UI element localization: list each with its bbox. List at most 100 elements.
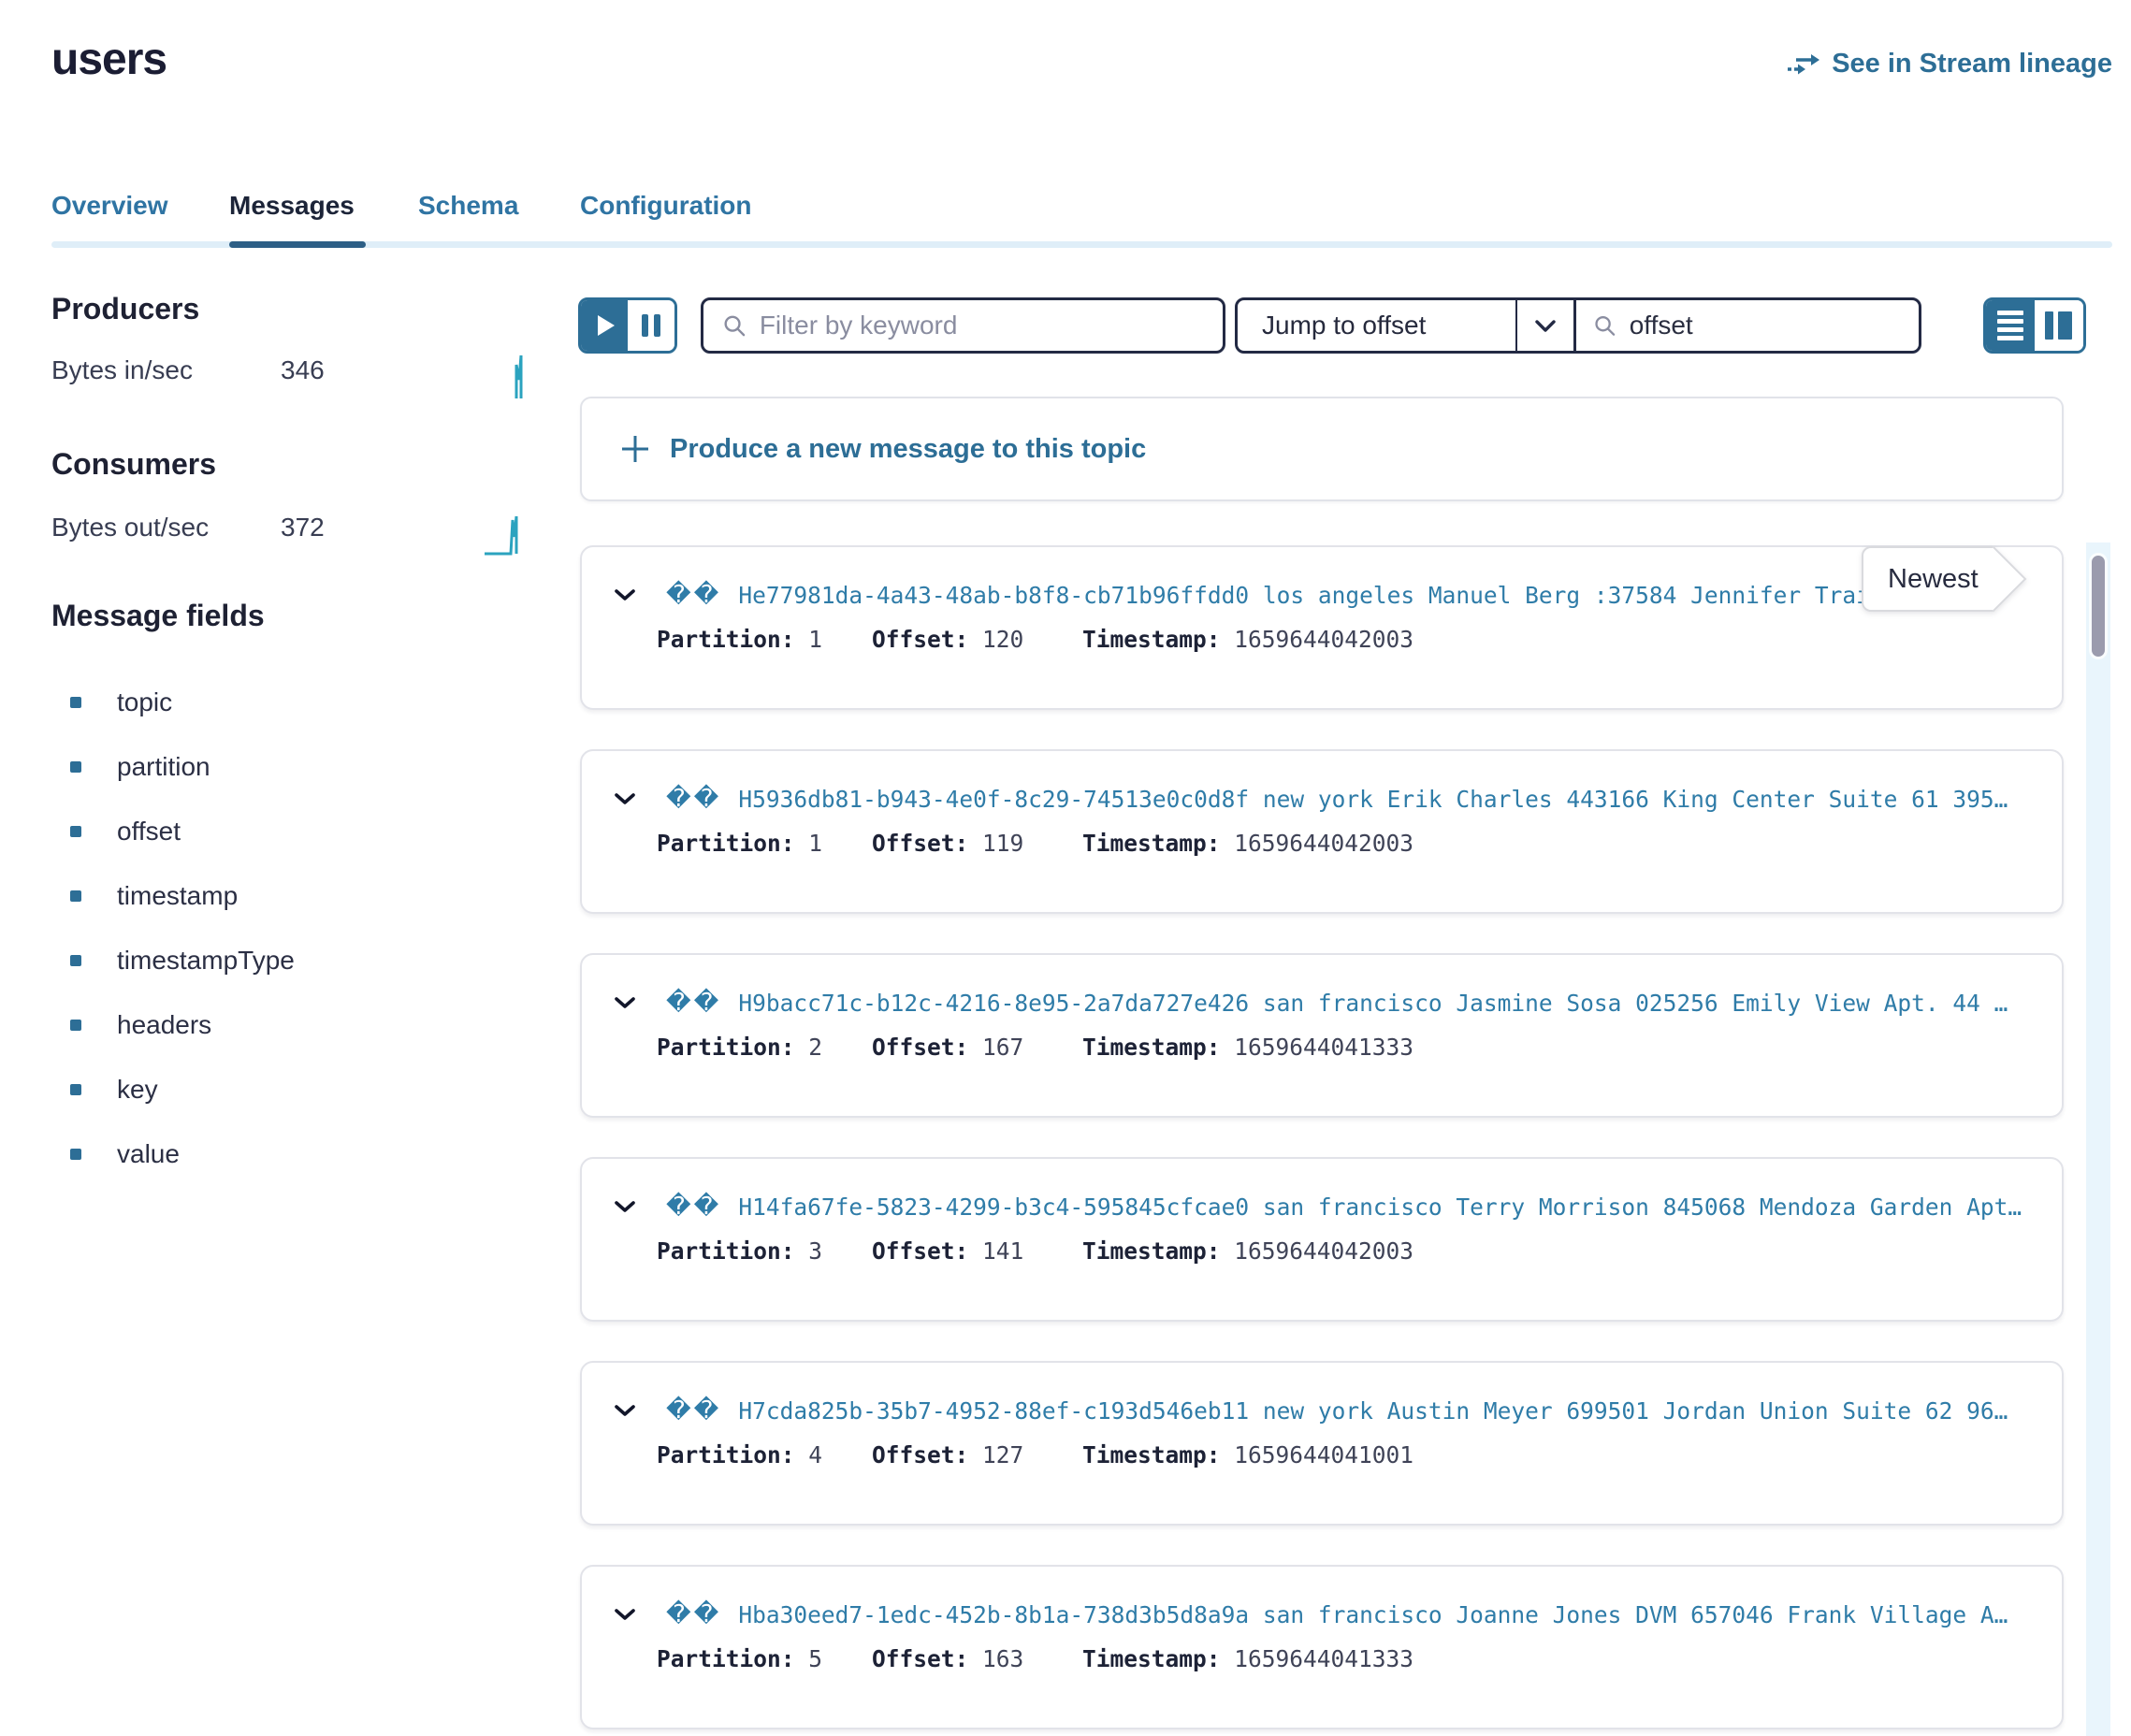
message-meta: Partition: 4 Offset: 127 Timestamp: 1659… (657, 1441, 1413, 1468)
bytes-in-row: Bytes in/sec 346 (51, 355, 500, 385)
column-view-button[interactable] (2035, 300, 2083, 351)
stream-lineage-link[interactable]: See in Stream lineage (1787, 49, 2112, 80)
messages-scrollbar-track[interactable] (2086, 542, 2110, 1736)
bytes-out-value: 372 (281, 513, 325, 542)
offset-search-field (1573, 297, 1921, 354)
offset-value: 163 (982, 1645, 1023, 1672)
message-meta: Partition: 3 Offset: 141 Timestamp: 1659… (657, 1237, 1413, 1265)
unknown-glyph-icon: �� (666, 1600, 721, 1628)
message-row[interactable]: �� Hba30eed7-1edc-452b-8b1a-738d3b5d8a9a… (580, 1565, 2064, 1729)
field-item-headers[interactable]: headers (51, 992, 295, 1057)
timestamp-value: 1659644042003 (1234, 830, 1413, 857)
newest-tooltip-label: Newest (1862, 546, 1993, 612)
expand-chevron-icon[interactable] (614, 996, 636, 1009)
expand-chevron-icon[interactable] (614, 1608, 636, 1621)
column-view-icon (2045, 311, 2053, 340)
play-button[interactable] (581, 300, 628, 351)
stream-lineage-label: See in Stream lineage (1832, 49, 2112, 80)
play-pause-group (578, 297, 677, 354)
timestamp-value: 1659644041333 (1234, 1645, 1413, 1672)
bytes-out-label: Bytes out/sec (51, 513, 209, 542)
unknown-glyph-icon: �� (666, 581, 721, 609)
produce-message-label: Produce a new message to this topic (670, 434, 1146, 465)
view-mode-toggle (1983, 297, 2086, 354)
produce-message-button[interactable]: Produce a new message to this topic (580, 397, 2064, 501)
timestamp-value: 1659644041001 (1234, 1441, 1413, 1468)
message-key-value-text: H5936db81-b943-4e0f-8c29-74513e0c0d8f ne… (738, 786, 2037, 813)
message-meta: Partition: 1 Offset: 119 Timestamp: 1659… (657, 830, 1413, 857)
bytes-in-value: 346 (281, 355, 325, 385)
select-chevron-cell (1515, 300, 1573, 351)
offset-value: 141 (982, 1237, 1023, 1265)
partition-value: 3 (808, 1237, 822, 1265)
field-bullet-icon (70, 1149, 81, 1160)
jump-to-offset-select[interactable]: Jump to offset (1235, 297, 1576, 354)
field-item-offset[interactable]: offset (51, 799, 295, 863)
messages-list: �� He77981da-4a43-48ab-b8f8-cb71b96ffdd0… (580, 545, 2064, 1729)
expand-chevron-icon[interactable] (614, 792, 636, 805)
list-view-button[interactable] (1986, 300, 2035, 351)
message-meta: Partition: 1 Offset: 120 Timestamp: 1659… (657, 626, 1413, 653)
expand-chevron-icon[interactable] (614, 1200, 636, 1213)
pause-button[interactable] (628, 300, 674, 351)
consumers-heading: Consumers (51, 447, 216, 482)
message-row[interactable]: �� H5936db81-b943-4e0f-8c29-74513e0c0d8f… (580, 749, 2064, 914)
offset-search-input[interactable] (1630, 311, 1902, 340)
field-item-timestampType[interactable]: timestampType (51, 928, 295, 992)
field-item-topic[interactable]: topic (51, 670, 295, 734)
offset-value: 120 (982, 626, 1023, 653)
page-title: users (51, 34, 167, 85)
expand-chevron-icon[interactable] (614, 588, 636, 601)
partition-value: 4 (808, 1441, 822, 1468)
field-item-partition[interactable]: partition (51, 734, 295, 799)
field-item-key[interactable]: key (51, 1057, 295, 1121)
message-meta: Partition: 5 Offset: 163 Timestamp: 1659… (657, 1645, 1413, 1672)
bytes-out-sparkline-chart (483, 513, 528, 559)
bytes-in-sparkline-chart (499, 354, 540, 400)
message-row[interactable]: �� H9bacc71c-b12c-4216-8e95-2a7da727e426… (580, 953, 2064, 1118)
message-row[interactable]: �� H7cda825b-35b7-4952-88ef-c193d546eb11… (580, 1361, 2064, 1526)
pause-icon (642, 314, 648, 337)
search-icon (1593, 312, 1616, 339)
message-key-value-text: He77981da-4a43-48ab-b8f8-cb71b96ffdd0 lo… (738, 582, 2037, 609)
topic-messages-page: users See in Stream lineage Overview Mes… (0, 0, 2131, 1736)
field-bullet-icon (70, 826, 81, 837)
tab-messages[interactable]: Messages (229, 191, 355, 221)
search-icon (722, 312, 747, 339)
expand-chevron-icon[interactable] (614, 1404, 636, 1417)
producers-heading: Producers (51, 292, 199, 326)
message-meta: Partition: 2 Offset: 167 Timestamp: 1659… (657, 1034, 1413, 1061)
timestamp-value: 1659644042003 (1234, 1237, 1413, 1265)
plus-icon (619, 433, 651, 465)
field-bullet-icon (70, 1020, 81, 1031)
jump-to-offset-value: Jump to offset (1238, 311, 1515, 340)
newest-position-tooltip: Newest (1862, 546, 2017, 612)
field-bullet-icon (70, 697, 81, 708)
tab-schema[interactable]: Schema (418, 191, 518, 221)
unknown-glyph-icon: �� (666, 1396, 721, 1425)
message-row[interactable]: �� He77981da-4a43-48ab-b8f8-cb71b96ffdd0… (580, 545, 2064, 710)
message-key-value-text: H14fa67fe-5823-4299-b3c4-595845cfcae0 sa… (738, 1194, 2037, 1221)
message-row[interactable]: �� H14fa67fe-5823-4299-b3c4-595845cfcae0… (580, 1157, 2064, 1322)
tab-configuration[interactable]: Configuration (580, 191, 752, 221)
bytes-in-label: Bytes in/sec (51, 355, 193, 384)
message-fields-list: topic partition offset timestamp timesta… (51, 670, 295, 1186)
offset-value: 167 (982, 1034, 1023, 1061)
timestamp-value: 1659644041333 (1234, 1034, 1413, 1061)
unknown-glyph-icon: �� (666, 785, 721, 813)
tab-overview[interactable]: Overview (51, 191, 168, 221)
timestamp-value: 1659644042003 (1234, 626, 1413, 653)
field-bullet-icon (70, 761, 81, 773)
play-icon (598, 315, 615, 336)
unknown-glyph-icon: �� (666, 1193, 721, 1221)
messages-scrollbar-thumb[interactable] (2089, 553, 2108, 659)
field-item-value[interactable]: value (51, 1121, 295, 1186)
field-item-timestamp[interactable]: timestamp (51, 863, 295, 928)
offset-value: 119 (982, 830, 1023, 857)
message-key-value-text: Hba30eed7-1edc-452b-8b1a-738d3b5d8a9a sa… (738, 1601, 2037, 1628)
unknown-glyph-icon: �� (666, 989, 721, 1017)
tab-active-indicator (229, 241, 366, 248)
field-bullet-icon (70, 890, 81, 902)
partition-value: 1 (808, 830, 822, 857)
keyword-filter-input[interactable] (760, 311, 1204, 340)
